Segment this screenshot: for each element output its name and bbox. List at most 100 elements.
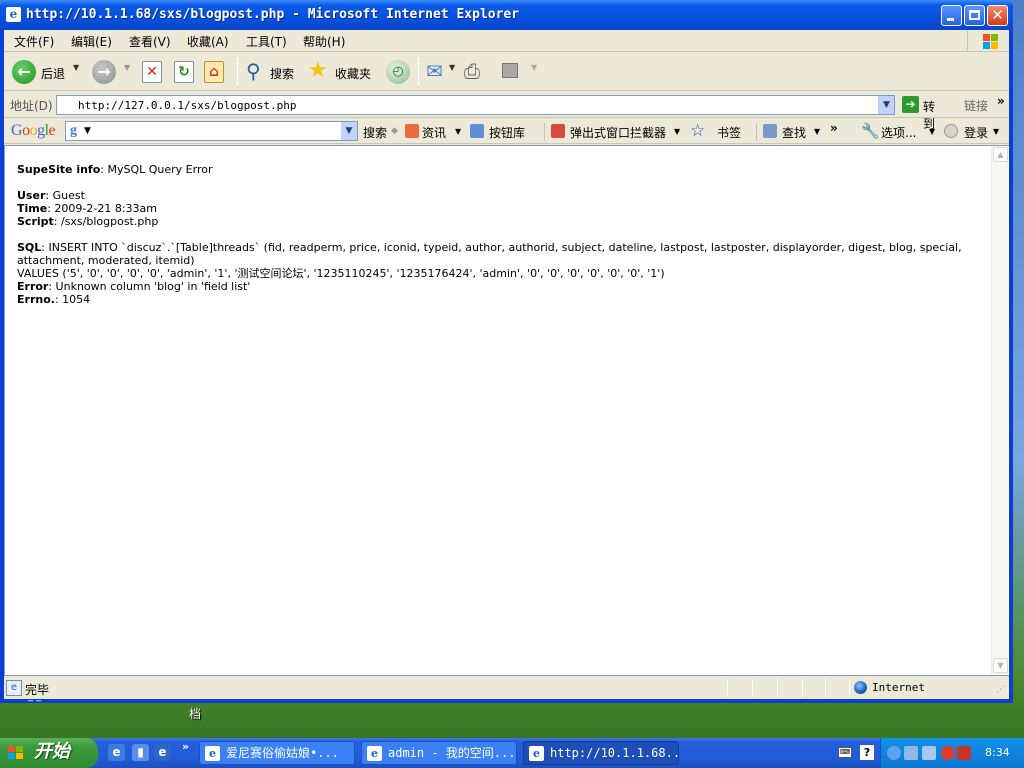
quicklaunch-media-icon[interactable]: ▮ [132, 744, 149, 761]
menu-bar: 文件(F) 编辑(E) 查看(V) 收藏(A) 工具(T) 帮助(H) [4, 30, 1009, 52]
google-menu-dropdown-icon[interactable]: ▼ [84, 126, 91, 136]
task-button-3[interactable]: e http://10.1.1.68... [523, 741, 679, 765]
popup-blocker-icon [551, 124, 565, 138]
mail-button[interactable]: ✉ ▼ [424, 59, 458, 85]
print-button[interactable]: ⎙ [462, 59, 490, 85]
google-logo: Google [11, 122, 56, 140]
news-icon [405, 124, 419, 138]
options-dropdown-icon[interactable]: ▼ [929, 127, 935, 136]
window-title: http://10.1.1.68/sxs/blogpost.php - Micr… [26, 7, 520, 22]
start-button[interactable]: 开始 [0, 738, 98, 768]
quicklaunch-chevron-icon[interactable]: » [182, 740, 189, 753]
more-chevron-icon[interactable]: » [830, 121, 838, 135]
sql-values-line: VALUES ('5', '0', '0', '0', '0', 'admin'… [17, 267, 665, 280]
errno-label: Errno. [17, 293, 55, 306]
address-url[interactable]: http://127.0.0.1/sxs/blogpost.php [78, 99, 297, 112]
taskbar: 开始 e ▮ e » e 爱尼赛俗偷姑娘•... e admin - 我的空间.… [0, 738, 1024, 768]
options-button[interactable]: 选项... [881, 124, 916, 141]
time-line: Time: 2009-2-21 8:33am [17, 202, 157, 215]
minimize-button[interactable] [941, 5, 962, 26]
menu-view[interactable]: 查看(V) [129, 33, 171, 50]
task-button-2[interactable]: e admin - 我的空间... [361, 741, 517, 765]
quicklaunch-ie2-icon[interactable]: e [154, 744, 171, 761]
quicklaunch-ie-icon[interactable]: e [108, 744, 125, 761]
news-dropdown-icon[interactable]: ▼ [455, 127, 461, 136]
address-label: 地址(D) [10, 99, 53, 113]
bookmarks-button[interactable]: 书签 [717, 124, 741, 141]
scroll-up-icon[interactable]: ▲ [993, 147, 1008, 162]
maximize-button[interactable] [964, 5, 985, 26]
google-search-button[interactable]: 搜索 [363, 124, 387, 141]
search-label: 搜索 [270, 67, 295, 81]
google-toolbar-separator [756, 123, 757, 141]
resize-grip-icon[interactable]: ⋰ [996, 685, 1005, 695]
status-divider [777, 679, 778, 697]
desktop-icon-label[interactable]: 档 [189, 705, 201, 722]
page-done-icon: e [6, 680, 22, 696]
task-ie-icon: e [529, 746, 544, 761]
forward-button[interactable]: → [92, 59, 122, 85]
edit-icon [502, 63, 518, 78]
history-button[interactable]: ◴ [384, 59, 412, 85]
close-button[interactable]: ✕ [987, 5, 1008, 26]
mail-dropdown-icon: ▼ [449, 63, 456, 72]
clock[interactable]: 8:34 [985, 746, 1010, 759]
links-chevron-icon[interactable]: » [997, 94, 1005, 108]
favorites-star-icon: ★ [308, 58, 328, 83]
minimize-icon [947, 18, 954, 21]
popup-blocker-button[interactable]: 弹出式窗口拦截器 [570, 124, 666, 141]
login-dropdown-icon[interactable]: ▼ [993, 127, 999, 136]
find-button[interactable]: 查找 [782, 124, 806, 141]
refresh-icon: ↻ [174, 61, 194, 83]
menu-edit[interactable]: 编辑(E) [71, 33, 112, 50]
menu-favorites[interactable]: 收藏(A) [187, 33, 229, 50]
address-bar: 地址(D) http://127.0.0.1/sxs/blogpost.php … [4, 92, 1009, 131]
network2-icon[interactable] [922, 746, 936, 760]
network-icon[interactable] [904, 746, 918, 760]
button-gallery-button[interactable]: 按钮库 [489, 124, 525, 141]
task-label-3: http://10.1.1.68... [550, 746, 679, 760]
help-icon[interactable]: ? [860, 745, 874, 760]
keyboard-icon[interactable]: ⌨ [838, 747, 852, 758]
popup-blocker-dropdown-icon[interactable]: ▼ [674, 127, 680, 136]
stop-button[interactable]: ✕ [142, 59, 166, 85]
script-value: : /sxs/blogpost.php [53, 215, 159, 228]
internet-zone-icon [854, 681, 867, 694]
google-search-input[interactable]: g ▼ ▼ [65, 121, 358, 141]
info-value: : MySQL Query Error [100, 163, 213, 176]
favorites-button[interactable]: ★ 收藏夹 [306, 58, 376, 85]
back-button[interactable]: ← 后退 [10, 59, 82, 85]
sql-line: SQL: INSERT INTO `discuz`.`[Table]thread… [17, 241, 985, 267]
links-button[interactable]: 链接 [964, 97, 988, 114]
refresh-button[interactable]: ↻ [174, 59, 198, 85]
back-dropdown-icon[interactable]: ▼ [73, 63, 79, 72]
home-button[interactable]: ⌂ [204, 59, 230, 85]
status-divider [727, 679, 728, 697]
google-search-dropdown-icon[interactable]: ▼ [341, 122, 357, 140]
task-ie-icon: e [205, 746, 220, 761]
login-button[interactable]: 登录 [964, 124, 988, 141]
address-dropdown-icon[interactable]: ▼ [878, 96, 894, 114]
menu-tools[interactable]: 工具(T) [246, 33, 287, 50]
menu-help[interactable]: 帮助(H) [303, 33, 345, 50]
address-input[interactable]: http://127.0.0.1/sxs/blogpost.php ▼ [56, 95, 895, 115]
find-dropdown-icon[interactable]: ▼ [814, 127, 820, 136]
task-ie-icon: e [367, 746, 382, 761]
toolbar-separator [237, 57, 238, 85]
edit-button[interactable]: ▼ [500, 59, 540, 85]
scroll-down-icon[interactable]: ▼ [993, 658, 1008, 673]
forward-dropdown-icon[interactable]: ▼ [124, 63, 130, 72]
windows-logo-icon [967, 30, 1005, 52]
menu-file[interactable]: 文件(F) [14, 33, 54, 50]
title-bar[interactable]: e http://10.1.1.68/sxs/blogpost.php - Mi… [0, 0, 1013, 30]
task-button-1[interactable]: e 爱尼赛俗偷姑娘•... [199, 741, 355, 765]
time-label: Time [17, 202, 48, 215]
news-button[interactable]: 资讯 [422, 124, 446, 141]
tray-expand-icon[interactable] [887, 746, 901, 760]
vertical-scrollbar[interactable]: ▲ ▼ [991, 146, 1008, 675]
search-button[interactable]: ⚲ 搜索 [244, 59, 302, 85]
bookmark-star-icon: ☆ [690, 121, 706, 141]
security-icon[interactable] [941, 746, 955, 760]
antivirus-icon[interactable] [957, 746, 971, 760]
google-logo-text: Google [11, 122, 56, 139]
